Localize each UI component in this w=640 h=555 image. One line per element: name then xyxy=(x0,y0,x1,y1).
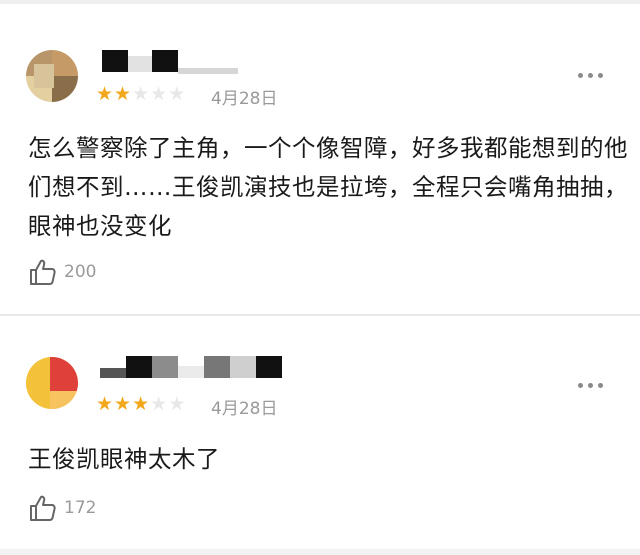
star-rating: ★ ★ ★ ★ ★ xyxy=(96,394,185,414)
star-icon: ★ xyxy=(114,393,132,415)
more-icon[interactable] xyxy=(578,383,603,388)
like-count: 172 xyxy=(64,498,97,518)
comment-date: 4月28日 xyxy=(211,89,278,109)
star-icon: ★ xyxy=(132,393,150,415)
star-icon: ★ xyxy=(168,83,186,105)
like-button[interactable]: 200 xyxy=(28,257,96,287)
comment-date: 4月28日 xyxy=(211,399,278,419)
star-icon: ★ xyxy=(150,83,168,105)
more-icon[interactable] xyxy=(578,73,603,78)
star-icon: ★ xyxy=(150,393,168,415)
star-rating: ★ ★ ★ ★ ★ xyxy=(96,84,185,104)
star-icon: ★ xyxy=(168,393,186,415)
like-count: 200 xyxy=(64,262,97,282)
comment-text: 王俊凯眼神太木了 xyxy=(28,445,220,473)
username[interactable] xyxy=(100,356,285,384)
star-icon: ★ xyxy=(96,83,114,105)
star-icon: ★ xyxy=(132,83,150,105)
top-divider xyxy=(0,0,640,4)
like-button[interactable]: 172 xyxy=(28,493,96,523)
star-icon: ★ xyxy=(96,393,114,415)
divider xyxy=(0,314,640,316)
thumbs-up-icon xyxy=(30,259,56,285)
divider xyxy=(0,549,640,555)
comment-text: 怎么警察除了主角，一个个像智障，好多我都能想到的他们想不到……王俊凯演技也是拉垮… xyxy=(28,134,628,240)
star-icon: ★ xyxy=(114,83,132,105)
avatar[interactable] xyxy=(26,50,78,102)
thumbs-up-icon xyxy=(30,495,56,521)
username[interactable] xyxy=(100,50,240,78)
avatar[interactable] xyxy=(26,357,78,409)
comment-feed: ★ ★ ★ ★ ★ 4月28日 怎么警察除了主角，一个个像智障，好多我都能想到的他们想不… xyxy=(0,0,640,555)
